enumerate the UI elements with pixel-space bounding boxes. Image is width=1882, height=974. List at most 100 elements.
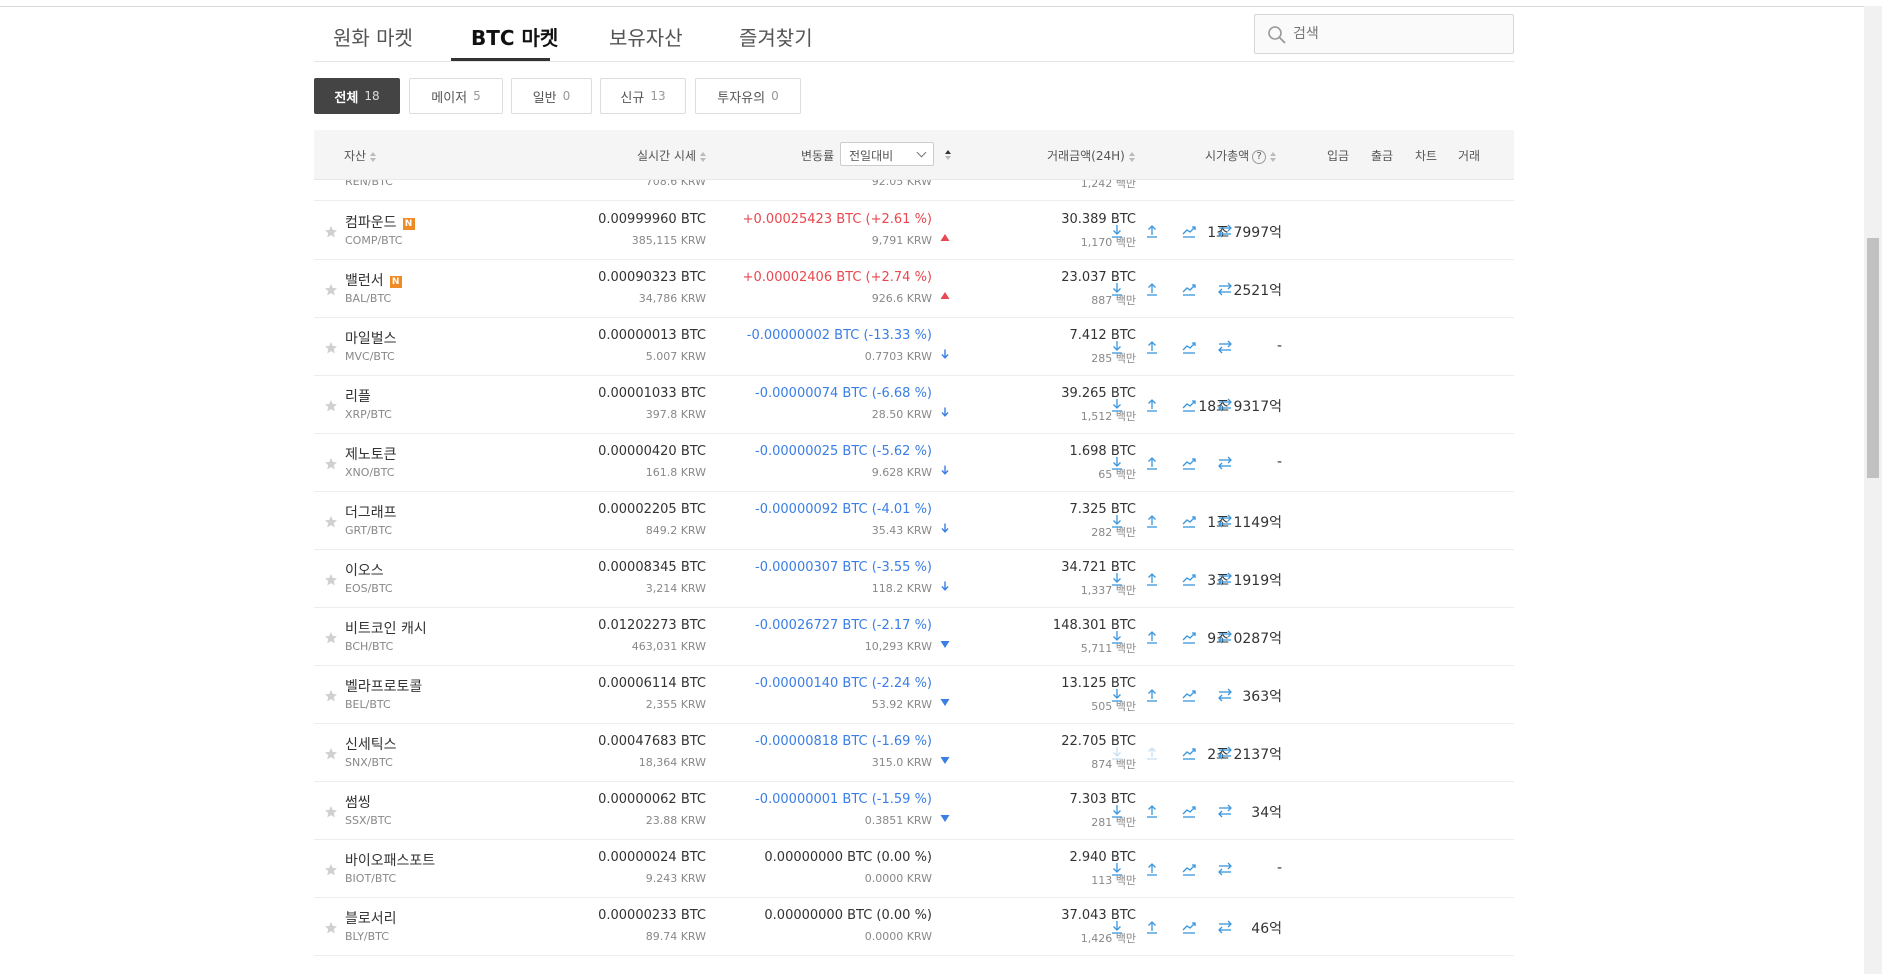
col-asset[interactable]: 자산 (344, 147, 377, 164)
favorite-star-icon[interactable] (324, 920, 338, 934)
chart-icon[interactable] (1180, 802, 1198, 820)
scrollbar-thumb[interactable] (1867, 238, 1879, 478)
deposit-icon[interactable] (1108, 918, 1126, 936)
withdraw-icon[interactable] (1143, 628, 1161, 646)
compare-select[interactable]: 전일대비 (840, 142, 934, 166)
table-row[interactable]: 마일벌스 MVC/BTC 0.00000013 BTC 5.007 KRW -0.000… (314, 318, 1514, 376)
withdraw-icon[interactable] (1143, 860, 1161, 878)
search-box[interactable] (1254, 14, 1514, 54)
deposit-icon[interactable] (1108, 860, 1126, 878)
trade-icon[interactable] (1216, 338, 1234, 356)
table-row[interactable]: 이오스 EOS/BTC 0.00008345 BTC 3,214 KRW -0.0000… (314, 550, 1514, 608)
chart-icon[interactable] (1180, 280, 1198, 298)
withdraw-icon[interactable] (1143, 280, 1161, 298)
favorite-star-icon[interactable] (324, 746, 338, 760)
tab-holdings[interactable]: 보유자산 (609, 22, 683, 51)
change-sort[interactable] (941, 147, 952, 161)
trade-icon[interactable] (1216, 744, 1234, 762)
trade-icon[interactable] (1216, 628, 1234, 646)
deposit-icon[interactable] (1108, 454, 1126, 472)
table-row[interactable]: 썸씽 SSX/BTC 0.00000062 BTC 23.88 KRW -0.00000… (314, 782, 1514, 840)
table-row[interactable]: 컴파운드 N COMP/BTC 0.00999960 BTC 385,115 KRW +0… (314, 202, 1514, 260)
chart-icon[interactable] (1180, 454, 1198, 472)
filter-caution[interactable]: 투자유의 0 (695, 78, 801, 114)
favorite-star-icon[interactable] (324, 398, 338, 412)
table-row[interactable]: 비트코인 캐시 BCH/BTC 0.01202273 BTC 463,031 KRW -… (314, 608, 1514, 666)
trade-icon[interactable] (1216, 918, 1234, 936)
withdraw-icon[interactable] (1143, 802, 1161, 820)
favorite-star-icon[interactable] (324, 572, 338, 586)
favorite-star-icon[interactable] (324, 630, 338, 644)
trade-icon[interactable] (1216, 280, 1234, 298)
chart-icon[interactable] (1180, 744, 1198, 762)
table-row[interactable]: 더그래프 GRT/BTC 0.00002205 BTC 849.2 KRW -0.000… (314, 492, 1514, 550)
tab-btc-market[interactable]: BTC 마켓 (471, 22, 558, 51)
deposit-icon[interactable] (1108, 686, 1126, 704)
favorite-star-icon[interactable] (324, 514, 338, 528)
asset-name[interactable]: 벨라프로토콜 (345, 676, 422, 696)
favorite-star-icon[interactable] (324, 804, 338, 818)
table-row[interactable]: 바이오패스포트 BIOT/BTC 0.00000024 BTC 9.243 KRW 0.… (314, 840, 1514, 898)
withdraw-icon[interactable] (1143, 454, 1161, 472)
col-mcap[interactable]: 시가총액? (1205, 147, 1277, 164)
asset-name[interactable]: 바이오패스포트 (345, 850, 435, 870)
table-row[interactable]: REN/BTC 708.6 KRW 92.05 KRW 1,242 백만 - (314, 180, 1514, 201)
chart-icon[interactable] (1180, 396, 1198, 414)
filter-general[interactable]: 일반 0 (511, 78, 592, 114)
table-row[interactable]: 벨라프로토콜 BEL/BTC 0.00006114 BTC 2,355 KRW -0.0… (314, 666, 1514, 724)
chart-icon[interactable] (1180, 338, 1198, 356)
trade-icon[interactable] (1216, 802, 1234, 820)
deposit-icon[interactable] (1108, 338, 1126, 356)
favorite-star-icon[interactable] (324, 456, 338, 470)
favorite-star-icon[interactable] (324, 688, 338, 702)
asset-name[interactable]: 리플 (345, 386, 371, 406)
chart-icon[interactable] (1180, 686, 1198, 704)
chart-icon[interactable] (1180, 222, 1198, 240)
trade-icon[interactable] (1216, 570, 1234, 588)
asset-name[interactable]: 컴파운드 N (345, 212, 415, 232)
deposit-icon[interactable] (1108, 570, 1126, 588)
deposit-icon[interactable] (1108, 802, 1126, 820)
trade-icon[interactable] (1216, 512, 1234, 530)
chart-icon[interactable] (1180, 860, 1198, 878)
asset-name[interactable]: 제노토큰 (345, 444, 397, 464)
filter-major[interactable]: 메이저 5 (409, 78, 503, 114)
table-row[interactable]: 신세틱스 SNX/BTC 0.00047683 BTC 18,364 KRW -0.00… (314, 724, 1514, 782)
asset-name[interactable]: 마일벌스 (345, 328, 397, 348)
withdraw-icon[interactable] (1143, 338, 1161, 356)
filter-all[interactable]: 전체 18 (314, 78, 400, 114)
asset-name[interactable]: 더그래프 (345, 502, 397, 522)
deposit-icon[interactable] (1108, 628, 1126, 646)
chart-icon[interactable] (1180, 918, 1198, 936)
page-scrollbar[interactable] (1864, 6, 1882, 974)
deposit-icon[interactable] (1108, 280, 1126, 298)
table-row[interactable]: 블로서리 BLY/BTC 0.00000233 BTC 89.74 KRW 0.0000… (314, 898, 1514, 956)
favorite-star-icon[interactable] (324, 862, 338, 876)
withdraw-icon[interactable] (1143, 512, 1161, 530)
table-row[interactable]: 리플 XRP/BTC 0.00001033 BTC 397.8 KRW -0.00000… (314, 376, 1514, 434)
trade-icon[interactable] (1216, 686, 1234, 704)
trade-icon[interactable] (1216, 860, 1234, 878)
help-icon[interactable]: ? (1252, 149, 1267, 164)
table-row[interactable]: 밸런서 N BAL/BTC 0.00090323 BTC 34,786 KRW +0.00… (314, 260, 1514, 318)
deposit-icon[interactable] (1108, 222, 1126, 240)
withdraw-icon[interactable] (1143, 396, 1161, 414)
withdraw-icon[interactable] (1143, 222, 1161, 240)
asset-name[interactable]: 썸씽 (345, 792, 371, 812)
asset-name[interactable]: 밸런서 N (345, 270, 402, 290)
trade-icon[interactable] (1216, 222, 1234, 240)
favorite-star-icon[interactable] (324, 340, 338, 354)
asset-name[interactable]: 비트코인 캐시 (345, 618, 427, 638)
tab-favorites[interactable]: 즐겨찾기 (739, 22, 813, 51)
deposit-icon[interactable] (1108, 396, 1126, 414)
chart-icon[interactable] (1180, 512, 1198, 530)
withdraw-icon[interactable] (1143, 918, 1161, 936)
favorite-star-icon[interactable] (324, 282, 338, 296)
filter-new[interactable]: 신규 13 (600, 78, 686, 114)
withdraw-icon[interactable] (1143, 570, 1161, 588)
deposit-icon[interactable] (1108, 512, 1126, 530)
col-change[interactable]: 변동률 (801, 147, 834, 164)
tab-krw-market[interactable]: 원화 마켓 (333, 22, 413, 51)
trade-icon[interactable] (1216, 396, 1234, 414)
asset-name[interactable]: 신세틱스 (345, 734, 397, 754)
